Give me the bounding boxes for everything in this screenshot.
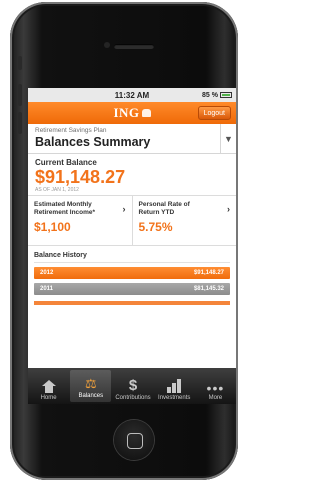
more-dots-icon: ••• (206, 380, 225, 396)
status-time: 11:32 AM (114, 90, 150, 100)
dollar-icon: $ (128, 377, 138, 394)
status-bar: 11:32 AM 85 % (28, 88, 236, 102)
tab-label: Home (40, 395, 57, 401)
monthly-income-value: $1,100 (34, 220, 71, 234)
chevron-down-icon[interactable]: ▼ (220, 124, 236, 154)
tab-label: Investments (158, 395, 191, 401)
volume-down-button (18, 112, 22, 134)
chevron-right-icon: › (227, 204, 230, 214)
logo-text: ING (113, 105, 140, 120)
history-bar-current[interactable]: 2012 $91,148.27 (34, 267, 230, 279)
plan-selector[interactable]: Retirement Savings Plan Balances Summary… (28, 124, 236, 154)
as-of-date: AS OF JAN 1, 2012 (35, 187, 79, 193)
current-balance-amount: $91,148.27 (35, 167, 126, 187)
chevron-right-icon: › (122, 204, 126, 214)
history-amount: $91,148.27 (193, 270, 224, 276)
tab-label: More (208, 395, 223, 401)
app-screen: 11:32 AM 85 % ING Logout Retirement Savi… (28, 88, 236, 404)
volume-up-button (18, 84, 22, 106)
scale-icon: ⚖ (84, 376, 97, 391)
stats-row: Estimated Monthly Retirement Income* $1,… (28, 196, 236, 246)
page-title: Balances Summary (35, 135, 151, 149)
navigation-bar: ING Logout (28, 102, 236, 124)
rate-of-return-label: Personal Rate of Return YTD (138, 201, 190, 216)
battery-icon (220, 92, 232, 98)
tab-contributions[interactable]: $ Contributions (112, 368, 153, 404)
home-icon (41, 380, 56, 393)
tab-balances[interactable]: ⚖ Balances (70, 370, 112, 402)
rate-of-return-cell[interactable]: Personal Rate of Return YTD 5.75% › (131, 196, 237, 245)
mute-switch (18, 56, 22, 70)
plan-subtitle: Retirement Savings Plan (35, 127, 107, 134)
monthly-income-label: Estimated Monthly Retirement Income* (34, 201, 96, 216)
earpiece-speaker (114, 44, 154, 49)
tab-home[interactable]: Home (28, 368, 69, 404)
current-balance-panel: Current Balance $91,148.27 AS OF JAN 1, … (28, 154, 236, 196)
monthly-income-cell[interactable]: Estimated Monthly Retirement Income* $1,… (28, 196, 132, 245)
current-balance-label: Current Balance (35, 158, 97, 167)
history-year: 2011 (40, 286, 54, 292)
tab-label: Contributions (115, 395, 151, 401)
history-amount: $81,145.32 (193, 286, 224, 292)
ing-logo: ING (113, 105, 151, 121)
rate-of-return-value: 5.75% (138, 220, 173, 234)
tab-label: Balances (78, 393, 104, 399)
logout-button[interactable]: Logout (197, 106, 231, 120)
lion-icon (141, 109, 151, 117)
home-button[interactable] (114, 420, 154, 460)
front-camera (104, 42, 110, 48)
history-bar-previous[interactable]: 2011 $81,145.32 (34, 283, 230, 295)
balance-history-title: Balance History (34, 252, 230, 263)
bar-chart-icon (167, 379, 182, 393)
tab-more[interactable]: ••• More (195, 368, 236, 404)
history-bar-partial (34, 301, 230, 305)
tab-investments[interactable]: Investments (154, 368, 195, 404)
tab-bar: Home ⚖ Balances $ Contributions Investme… (28, 368, 236, 404)
history-year: 2012 (40, 270, 54, 276)
